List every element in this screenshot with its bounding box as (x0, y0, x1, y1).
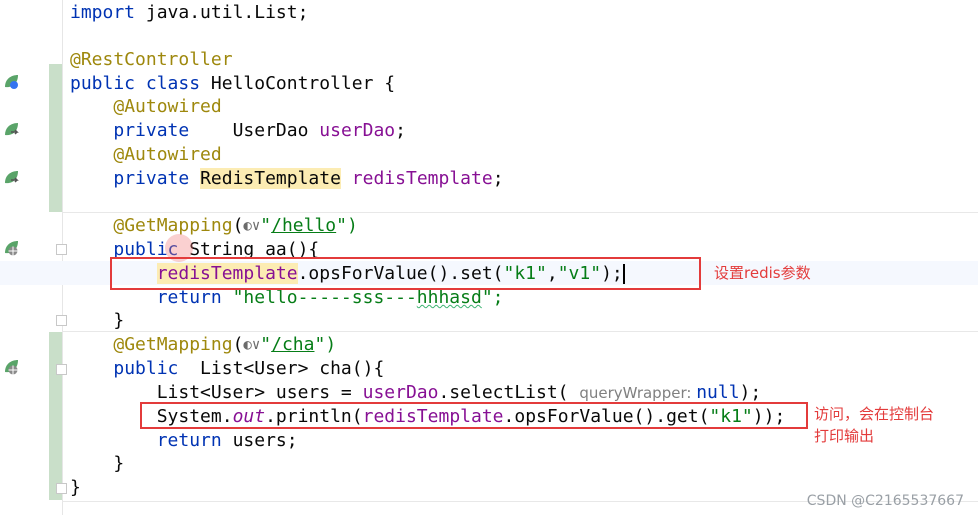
code-token: ( (232, 215, 244, 236)
code-token: userDao (362, 382, 439, 403)
code-token: } (70, 453, 125, 474)
code-token: @RestController (70, 49, 233, 70)
code-token: @GetMapping (113, 215, 233, 236)
code-line[interactable]: public class HelloController { (70, 72, 395, 96)
change-bar (49, 64, 62, 212)
code-token: RedisTemplate (200, 168, 341, 189)
fold-marker[interactable] (56, 364, 67, 375)
code-token: } (70, 477, 81, 498)
globe-icon[interactable] (2, 239, 20, 257)
code-token: @Autowired (113, 96, 222, 117)
code-line[interactable]: } (70, 476, 81, 500)
code-token: List<User> cha(){ (189, 358, 385, 379)
bean-icon[interactable] (2, 169, 20, 187)
code-token: import (70, 2, 136, 23)
get-note-line2: 打印输出 (814, 427, 875, 445)
fold-marker[interactable] (56, 244, 67, 255)
code-token: ( (232, 334, 244, 355)
code-line[interactable]: @GetMapping(◐∨"/cha") (70, 333, 336, 357)
code-token: null (696, 382, 740, 403)
code-token: private (113, 120, 190, 141)
code-line[interactable]: return users; (70, 429, 298, 453)
code-line[interactable]: public List<User> cha(){ (70, 357, 384, 381)
separator (62, 331, 978, 332)
code-token: .selectList( (438, 382, 580, 403)
fold-line (62, 0, 63, 515)
separator (62, 212, 978, 213)
code-line[interactable]: @Autowired (70, 95, 222, 119)
code-token: /cha (271, 334, 315, 355)
code-token: userDao (319, 120, 396, 141)
code-token: ") (336, 215, 358, 236)
code-token: return (156, 430, 233, 451)
fold-marker[interactable] (56, 483, 67, 494)
code-token: @GetMapping (113, 334, 233, 355)
code-line[interactable]: @Autowired (70, 143, 222, 167)
get-annotation-box (140, 402, 808, 429)
code-line[interactable]: @RestController (70, 48, 233, 72)
code-token: "; (481, 287, 504, 308)
watermark: CSDN @C2165537667 (806, 493, 964, 509)
code-token: redisTemplate (351, 168, 493, 189)
code-token: queryWrapper: (579, 384, 697, 402)
code-token: ; (492, 168, 504, 189)
globe-icon: ◐∨ (243, 218, 261, 234)
get-note-line1: 访问，会在控制台 (814, 405, 935, 423)
fold-marker[interactable] (56, 315, 67, 326)
code-line[interactable]: private UserDao userDao; (70, 119, 406, 143)
code-token: /hello (271, 215, 337, 236)
get-annotation-note: 访问，会在控制台 打印输出 (814, 403, 934, 447)
code-line[interactable]: } (70, 452, 124, 476)
globe-icon: ◐∨ (243, 337, 261, 353)
change-bar (49, 332, 62, 500)
code-token: } (70, 310, 125, 331)
code-line[interactable]: } (70, 309, 124, 333)
code-token: public (113, 358, 190, 379)
code-token: private (113, 168, 201, 189)
set-annotation-note: 设置redis参数 (714, 264, 811, 282)
code-token: " (260, 215, 272, 236)
code-token: HelloController { (210, 73, 396, 94)
code-token: "hello-----sss--- (232, 287, 417, 308)
code-token: users; (232, 430, 298, 451)
code-line[interactable]: @GetMapping(◐∨"/hello") (70, 214, 358, 238)
code-token: UserDao (189, 120, 320, 141)
set-annotation-box (110, 257, 701, 290)
bean-icon[interactable] (2, 73, 20, 91)
code-line[interactable]: import java.util.List; (70, 1, 308, 25)
code-token: ; (395, 120, 406, 141)
globe-icon[interactable] (2, 358, 20, 376)
code-token: public class (70, 73, 211, 94)
code-token: ") (314, 334, 337, 355)
code-token: return (156, 287, 233, 308)
code-token: @Autowired (113, 144, 222, 165)
code-token: ); (739, 382, 762, 403)
code-token: " (260, 334, 272, 355)
bean-icon[interactable] (2, 121, 20, 139)
code-token: java.util.List; (135, 2, 309, 23)
code-line[interactable]: private RedisTemplate redisTemplate; (70, 167, 504, 191)
code-token: hhhasd (416, 287, 482, 308)
code-token: List<User> users = (70, 382, 363, 403)
